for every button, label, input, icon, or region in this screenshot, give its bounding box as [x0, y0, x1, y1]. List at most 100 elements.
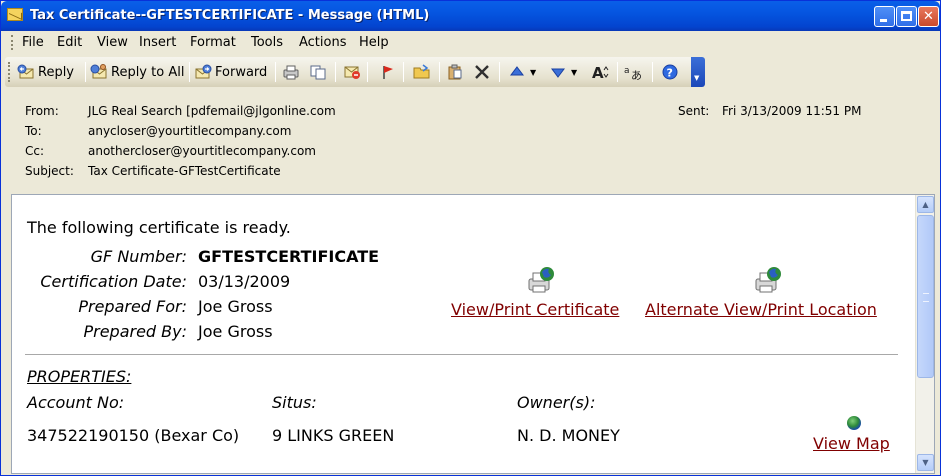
previous-item-button[interactable]: [508, 61, 526, 83]
prepared-by-label: Prepared By:: [83, 322, 187, 341]
account-column-header: Account No:: [27, 393, 125, 412]
toolbar-options-button[interactable]: [691, 57, 705, 87]
from-value[interactable]: JLG Real Search [pdfemail@jlgonline.com: [88, 104, 336, 118]
delete-x-icon: [475, 65, 489, 79]
envelope-icon: [7, 8, 23, 21]
copy-icon: [310, 65, 326, 80]
translate-button[interactable]: aあ: [624, 61, 642, 83]
menu-help[interactable]: Help: [359, 35, 389, 50]
owner-value: N. D. MONEY: [517, 426, 620, 445]
junk-mail-button[interactable]: [343, 61, 361, 83]
svg-text:A: A: [592, 64, 604, 80]
reply-button[interactable]: Reply: [17, 61, 74, 83]
forward-icon: [195, 64, 212, 79]
toolbar-separator: [275, 62, 276, 82]
cc-value[interactable]: anothercloser@yourtitlecompany.com: [88, 144, 316, 158]
title-bar[interactable]: Tax Certificate--GFTESTCERTIFICATE - Mes…: [1, 1, 940, 31]
prepared-by-value: Joe Gross: [198, 322, 273, 341]
printer-globe-icon[interactable]: [525, 265, 555, 295]
down-arrow-icon: [551, 68, 565, 78]
toolbar-separator: [499, 62, 500, 82]
scroll-down-button[interactable]: ▼: [917, 454, 934, 471]
reply-all-button[interactable]: Reply to All: [90, 61, 184, 83]
prepared-for-label: Prepared For:: [78, 297, 187, 316]
cert-date-label: Certification Date:: [40, 272, 187, 291]
subject-label: Subject:: [25, 164, 74, 178]
help-icon: ?: [662, 64, 678, 80]
font-size-button[interactable]: A: [591, 61, 609, 83]
toolbar-separator: [367, 62, 368, 82]
toolbar-separator: [403, 62, 404, 82]
message-body: The following certificate is ready. GF N…: [11, 194, 935, 474]
delete-button[interactable]: [473, 61, 491, 83]
globe-icon[interactable]: [847, 416, 861, 430]
to-value[interactable]: anycloser@yourtitlecompany.com: [88, 124, 291, 138]
toolbar-grip[interactable]: [8, 62, 11, 82]
maximize-icon: [901, 11, 912, 21]
chevron-down-icon: ▼: [571, 67, 578, 77]
copy-button[interactable]: [309, 61, 327, 83]
minimize-button[interactable]: [874, 6, 895, 27]
menu-bar: File Edit View Insert Format Tools Actio…: [5, 32, 940, 54]
chevron-down-icon: ▼: [922, 458, 929, 467]
menu-file[interactable]: File: [22, 35, 44, 50]
menu-actions[interactable]: Actions: [299, 35, 347, 50]
menu-tools[interactable]: Tools: [251, 35, 283, 50]
scroll-thumb[interactable]: [917, 215, 934, 378]
alternate-view-print-link[interactable]: Alternate View/Print Location: [645, 300, 877, 319]
situs-value: 9 LINKS GREEN: [272, 426, 395, 445]
menu-edit[interactable]: Edit: [57, 35, 82, 50]
reply-all-label: Reply to All: [111, 64, 185, 80]
standard-toolbar: Reply Reply to All Forward ▼ ▼ A a あ ? ▼: [5, 57, 705, 87]
subject-value: Tax Certificate-GFTestCertificate: [88, 164, 281, 178]
move-to-folder-button[interactable]: [413, 61, 431, 83]
view-map-link[interactable]: View Map: [813, 434, 890, 453]
menu-view[interactable]: View: [97, 35, 128, 50]
owner-column-header: Owner(s):: [517, 393, 596, 412]
from-label: From:: [25, 104, 59, 118]
maximize-button[interactable]: [896, 6, 917, 27]
printer-icon: [283, 65, 299, 80]
scroll-up-button[interactable]: ▲: [917, 196, 934, 213]
gf-number-value: GFTESTCERTIFICATE: [198, 247, 380, 266]
forward-label: Forward: [215, 64, 268, 80]
save-attachment-button[interactable]: [446, 61, 464, 83]
to-label: To:: [25, 124, 42, 138]
cc-label: Cc:: [25, 144, 45, 158]
view-print-certificate-link[interactable]: View/Print Certificate: [451, 300, 619, 319]
gf-number-label: GF Number:: [90, 247, 187, 266]
cert-date-value: 03/13/2009: [198, 272, 291, 291]
menu-format[interactable]: Format: [190, 35, 236, 50]
svg-text:?: ?: [667, 67, 673, 80]
forward-button[interactable]: Forward: [194, 61, 267, 83]
folder-icon: [413, 64, 430, 79]
printer-globe-icon[interactable]: [752, 265, 782, 295]
window-title: Tax Certificate--GFTESTCERTIFICATE - Mes…: [30, 8, 430, 23]
reply-all-icon: [90, 64, 107, 79]
previous-dropdown[interactable]: ▼: [530, 61, 536, 83]
chevron-up-icon: ▲: [922, 200, 929, 209]
menu-insert[interactable]: Insert: [139, 35, 176, 50]
toolbar-separator: [335, 62, 336, 82]
clipboard-icon: [448, 64, 462, 80]
flag-icon: [383, 66, 393, 79]
message-header: From: JLG Real Search [pdfemail@jlgonlin…: [5, 91, 937, 189]
next-item-button[interactable]: [549, 61, 567, 83]
toolbar-separator: [617, 62, 618, 82]
sent-label: Sent:: [678, 104, 710, 118]
next-dropdown[interactable]: ▼: [571, 61, 577, 83]
divider: [25, 354, 898, 355]
print-button[interactable]: [282, 61, 300, 83]
follow-up-flag-button[interactable]: [379, 61, 397, 83]
sent-value: Fri 3/13/2009 11:51 PM: [722, 104, 862, 118]
prepared-for-value: Joe Gross: [198, 297, 273, 316]
minimize-icon: [880, 19, 887, 22]
menu-grip[interactable]: [11, 35, 14, 50]
toolbar-separator: [652, 62, 653, 82]
close-icon: ✕: [923, 9, 934, 24]
close-button[interactable]: ✕: [918, 6, 939, 27]
properties-heading: PROPERTIES:: [27, 367, 132, 386]
vertical-scrollbar[interactable]: ▲ ▼: [915, 195, 934, 473]
svg-text:あ: あ: [631, 69, 642, 80]
help-button[interactable]: ?: [661, 61, 679, 83]
